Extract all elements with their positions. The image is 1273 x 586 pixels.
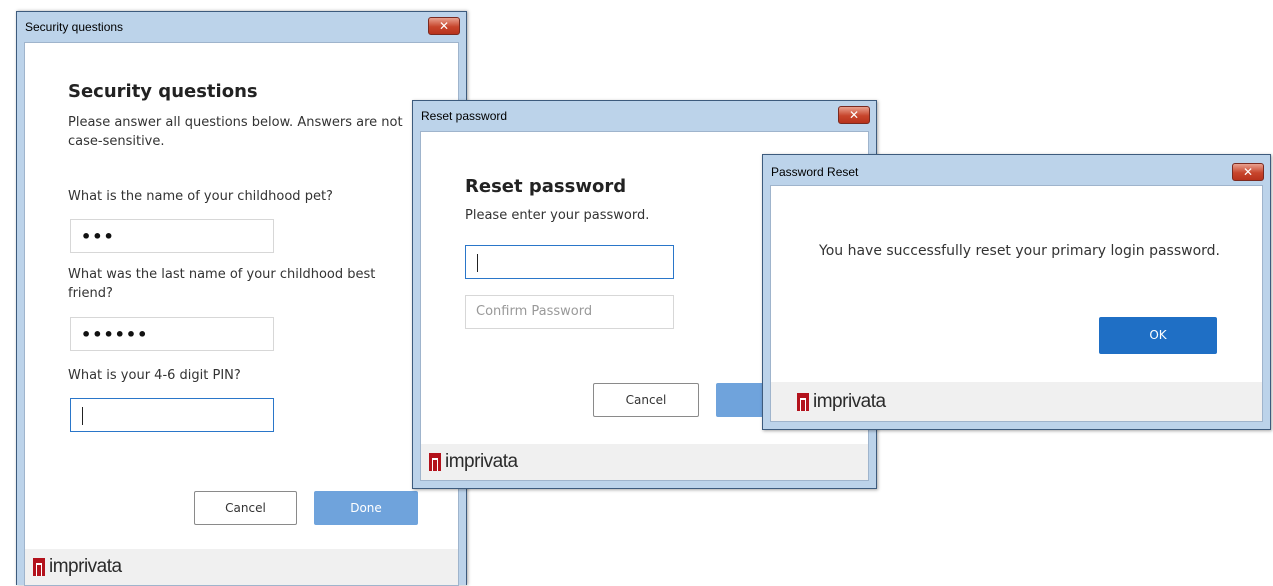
imprivata-logo-icon: [797, 393, 809, 411]
footer: imprivata: [771, 382, 1262, 421]
question-1-answer-input[interactable]: •••: [70, 219, 274, 253]
imprivata-logo-icon: [33, 558, 45, 576]
dialog-content: You have successfully reset your primary…: [770, 185, 1263, 422]
close-icon[interactable]: ✕: [1232, 163, 1264, 181]
window-title: Password Reset: [771, 165, 859, 179]
imprivata-logo-icon: [429, 453, 441, 471]
question-1-label: What is the name of your childhood pet?: [68, 189, 333, 204]
page-title: Reset password: [465, 176, 627, 197]
window-title: Reset password: [421, 109, 508, 123]
close-icon[interactable]: ✕: [428, 17, 460, 35]
done-button[interactable]: Done: [314, 491, 418, 525]
cancel-button[interactable]: Cancel: [194, 491, 297, 525]
question-2-answer-input[interactable]: ••••••: [70, 317, 274, 351]
instructions: Please answer all questions below. Answe…: [68, 115, 403, 149]
instructions: Please enter your password.: [465, 208, 650, 223]
ok-button[interactable]: OK: [1099, 317, 1217, 354]
text-caret: [477, 254, 478, 272]
title-bar[interactable]: Security questions ✕: [17, 12, 466, 42]
question-3-label: What is your 4-6 digit PIN?: [68, 368, 241, 383]
password-reset-success-window: Password Reset ✕ You have successfully r…: [762, 154, 1271, 430]
title-bar[interactable]: Password Reset ✕: [763, 155, 1270, 185]
title-bar[interactable]: Reset password ✕: [413, 101, 876, 131]
cancel-button[interactable]: Cancel: [593, 383, 699, 417]
page-title: Security questions: [68, 81, 258, 102]
footer: imprivata: [421, 444, 868, 480]
masked-value: ••••••: [81, 325, 149, 344]
logo-text: imprivata: [49, 556, 122, 577]
text-caret: [82, 407, 83, 425]
confirm-password-placeholder: Confirm Password: [476, 304, 593, 319]
question-2-label: What was the last name of your childhood…: [68, 267, 376, 301]
pin-input[interactable]: [70, 398, 274, 432]
close-icon[interactable]: ✕: [838, 106, 870, 124]
logo-text: imprivata: [445, 451, 518, 472]
password-input[interactable]: [465, 245, 674, 279]
masked-value: •••: [81, 227, 115, 246]
confirm-password-input[interactable]: Confirm Password: [465, 295, 674, 329]
dialog-content: Security questions Please answer all que…: [24, 42, 459, 586]
footer: imprivata: [25, 549, 458, 585]
window-title: Security questions: [25, 20, 124, 34]
success-message: You have successfully reset your primary…: [819, 243, 1221, 259]
logo-text: imprivata: [813, 391, 886, 412]
security-questions-window: Security questions ✕ Security questions …: [16, 11, 467, 586]
